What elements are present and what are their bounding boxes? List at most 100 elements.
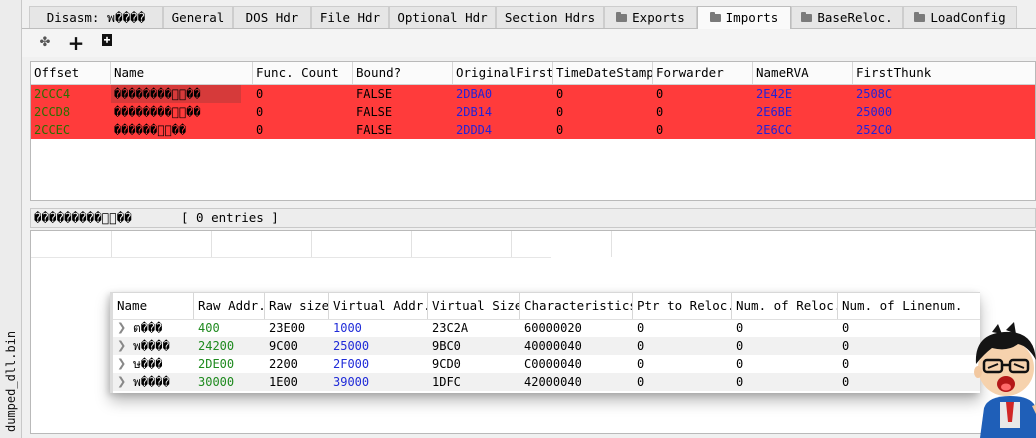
main-area: Disasm: พ���� General DOS Hdr File Hdr O… [22, 0, 1036, 438]
tab-exports[interactable]: Exports [604, 6, 697, 28]
section-row[interactable]: ❯ พ���� 24200 9C00 25000 9BC0 40000040 0… [113, 337, 980, 355]
table-row[interactable]: 2CCD8 ��������ำ�� 0 FALSE 2DB14 0 0 2E6B… [31, 103, 1035, 121]
col-forwarder[interactable]: Forwarder [653, 62, 753, 84]
mascot-character-image [974, 322, 1036, 438]
name-cell: ��������ำ�� [111, 85, 241, 103]
imports-header: Offset Name Func. Count Bound? OriginalF… [31, 62, 1035, 85]
add-icon[interactable]: + [66, 33, 86, 53]
characteristics-cell: 40000040 [524, 339, 582, 353]
tab-optional-hdr[interactable]: Optional Hdr [389, 6, 496, 28]
func-count-cell: 0 [256, 87, 264, 101]
raw-size-cell: 1E00 [269, 375, 298, 389]
virtual-size-cell: 9BC0 [432, 339, 461, 353]
time-date-stamp-cell: 0 [556, 105, 564, 119]
tab-disasm[interactable]: Disasm: พ���� [29, 6, 163, 28]
virtual-addr-cell: 39000 [333, 375, 370, 389]
tab-file-hdr-label: File Hdr [319, 10, 381, 25]
folder-icon [616, 12, 628, 22]
col-name[interactable]: Name [111, 62, 253, 84]
col-section-name[interactable]: Name [113, 293, 194, 319]
tab-dos-hdr[interactable]: DOS Hdr [233, 6, 311, 28]
sidebar: dumped_dll.bin [0, 0, 22, 438]
raw-size-cell: 23E00 [269, 321, 306, 335]
name-cell: ������ำ�� [114, 123, 187, 137]
table-row[interactable]: 2CCC4 ��������ำ�� 0 FALSE 2DBA0 0 0 2E42… [31, 85, 1035, 103]
tab-section-hdrs[interactable]: Section Hdrs [496, 6, 604, 28]
col-num-reloc[interactable]: Num. of Reloc. [732, 293, 838, 319]
ptr-reloc-cell: 0 [637, 321, 645, 335]
grid-column [511, 231, 612, 257]
name-rva-cell: 2E6BE [756, 105, 793, 119]
folder-icon [801, 12, 813, 22]
num-linenum-cell: 0 [842, 375, 850, 389]
col-first-thunk[interactable]: FirstThunk [853, 62, 1035, 84]
num-reloc-cell: 0 [736, 357, 744, 371]
first-thunk-cell: 2508C [856, 87, 893, 101]
forwarder-cell: 0 [656, 87, 664, 101]
tab-basereloc[interactable]: BaseReloc. [791, 6, 903, 28]
col-virtual-addr[interactable]: Virtual Addr. [329, 293, 428, 319]
grid-column [411, 231, 512, 257]
sections-popup: Name Raw Addr. Raw size Virtual Addr. Vi… [110, 292, 980, 393]
section-row[interactable]: ❯ พ���� 30000 1E00 39000 1DFC 42000040 0… [113, 373, 980, 391]
time-date-stamp-cell: 0 [556, 123, 564, 137]
chevron-right-icon[interactable]: ❯ [117, 373, 127, 391]
num-reloc-cell: 0 [736, 321, 744, 335]
tab-imports[interactable]: Imports [697, 6, 791, 29]
virtual-addr-cell: 1000 [333, 321, 362, 335]
name-rva-cell: 2E42E [756, 87, 793, 101]
col-ptr-reloc[interactable]: Ptr to Reloc. [633, 293, 732, 319]
file-name-label[interactable]: dumped_dll.bin [3, 312, 19, 432]
tab-general[interactable]: General [163, 6, 233, 28]
tab-loadconfig[interactable]: LoadConfig [903, 6, 1017, 28]
tab-file-hdr[interactable]: File Hdr [311, 6, 389, 28]
col-bound[interactable]: Bound? [353, 62, 453, 84]
col-characteristics[interactable]: Characteristics [520, 293, 633, 319]
save-icon[interactable] [97, 33, 117, 53]
num-reloc-cell: 0 [736, 375, 744, 389]
virtual-addr-cell: 2F000 [333, 357, 370, 371]
sections-header: Name Raw Addr. Raw size Virtual Addr. Vi… [113, 293, 980, 320]
col-raw-size[interactable]: Raw size [265, 293, 329, 319]
bound-cell: FALSE [356, 87, 393, 101]
folder-icon [914, 12, 926, 22]
details-header: ���������ำ�� [ 0 entries ] [30, 208, 1036, 228]
col-offset[interactable]: Offset [31, 62, 111, 84]
tab-optional-hdr-label: Optional Hdr [397, 10, 488, 25]
ptr-reloc-cell: 0 [637, 375, 645, 389]
col-name-rva[interactable]: NameRVA [753, 62, 853, 84]
tab-loadconfig-label: LoadConfig [930, 10, 1006, 25]
details-name: ���������ำ�� [34, 210, 132, 225]
chevron-right-icon[interactable]: ❯ [117, 355, 127, 373]
name-rva-cell: 2E6CC [756, 123, 793, 137]
num-reloc-cell: 0 [736, 339, 744, 353]
virtual-size-cell: 23C2A [432, 321, 469, 335]
entries-count: [ 0 entries ] [181, 210, 279, 225]
characteristics-cell: 60000020 [524, 321, 582, 335]
col-num-linenum[interactable]: Num. of Linenum. [838, 293, 980, 319]
virtual-size-cell: 9CD0 [432, 357, 461, 371]
offset-cell: 2CCC4 [34, 87, 71, 101]
col-original-first[interactable]: OriginalFirst [453, 62, 553, 84]
chevron-right-icon[interactable]: ❯ [117, 319, 127, 337]
col-virtual-size[interactable]: Virtual Size [428, 293, 520, 319]
imports-table: Offset Name Func. Count Bound? OriginalF… [30, 61, 1036, 201]
col-func-count[interactable]: Func. Count [253, 62, 353, 84]
section-row[interactable]: ❯ ต��� 400 23E00 1000 23C2A 60000020 0 0… [113, 319, 980, 337]
col-raw-addr[interactable]: Raw Addr. [194, 293, 265, 319]
chevron-right-icon[interactable]: ❯ [117, 337, 127, 355]
name-cell: ��������ำ�� [114, 105, 201, 119]
grid-column [111, 231, 212, 257]
time-date-stamp-cell: 0 [556, 87, 564, 101]
bound-cell: FALSE [356, 123, 393, 137]
virtual-addr-cell: 25000 [333, 339, 370, 353]
raw-addr-cell: 24200 [198, 339, 235, 353]
section-name-cell: พ���� [133, 339, 170, 353]
move-icon[interactable]: ✤ [35, 33, 55, 53]
num-linenum-cell: 0 [842, 357, 850, 371]
table-row[interactable]: 2CCEC ������ำ�� 0 FALSE 2DDD4 0 0 2E6CC … [31, 121, 1035, 139]
section-row[interactable]: ❯ ษ��� 2DE00 2200 2F000 9CD0 C0000040 0 … [113, 355, 980, 373]
col-time-date-stamp[interactable]: TimeDateStamp [553, 62, 653, 84]
raw-addr-cell: 30000 [198, 375, 235, 389]
ptr-reloc-cell: 0 [637, 339, 645, 353]
